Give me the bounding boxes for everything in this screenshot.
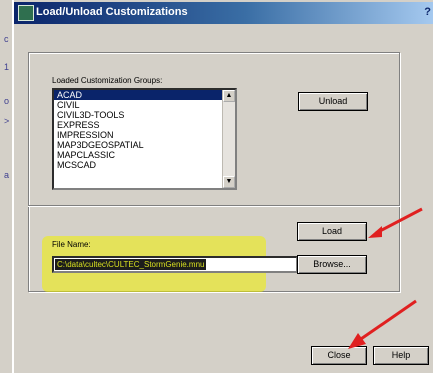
window-title: Load/Unload Customizations	[36, 6, 188, 18]
list-item[interactable]: MAP3DGEOSPATIAL	[54, 140, 235, 150]
list-item[interactable]: CIVIL3D-TOOLS	[54, 110, 235, 120]
arrow-to-load-icon	[368, 207, 423, 238]
background-glyph: c	[4, 34, 9, 44]
file-name-value: C:\data\cultec\CULTEC_StormGenie.mnu	[55, 259, 207, 270]
help-icon[interactable]: ?	[424, 6, 431, 18]
background-glyph: a	[4, 170, 10, 180]
list-item[interactable]: IMPRESSION	[54, 130, 235, 140]
scroll-down-icon[interactable]: ▼	[223, 176, 235, 188]
list-item[interactable]: EXPRESS	[54, 120, 235, 130]
background-glyph: o	[4, 96, 10, 106]
load-button[interactable]: Load	[297, 222, 367, 241]
list-item[interactable]: CIVIL	[54, 100, 235, 110]
unload-button[interactable]: Unload	[298, 92, 368, 111]
list-item[interactable]: ACAD	[54, 90, 235, 100]
browse-button[interactable]: Browse...	[297, 255, 367, 274]
list-item[interactable]: MCSCAD	[54, 160, 235, 170]
file-name-label: File Name:	[52, 240, 91, 249]
groups-label: Loaded Customization Groups:	[52, 76, 163, 85]
customization-groups-list[interactable]: ACAD CIVIL CIVIL3D-TOOLS EXPRESS IMPRESS…	[52, 88, 237, 190]
file-name-field[interactable]: C:\data\cultec\CULTEC_StormGenie.mnu	[52, 256, 298, 273]
list-item[interactable]: MAPCLASSIC	[54, 150, 235, 160]
list-scrollbar[interactable]: ▲ ▼	[222, 90, 235, 188]
scroll-up-icon[interactable]: ▲	[223, 90, 235, 102]
group-divider	[28, 205, 400, 207]
app-icon	[18, 5, 34, 21]
title-bar: Load/Unload Customizations ?	[14, 2, 433, 24]
arrow-to-close-icon	[348, 299, 417, 349]
background-glyph: >	[4, 116, 10, 126]
background-glyph: 1	[4, 62, 10, 72]
